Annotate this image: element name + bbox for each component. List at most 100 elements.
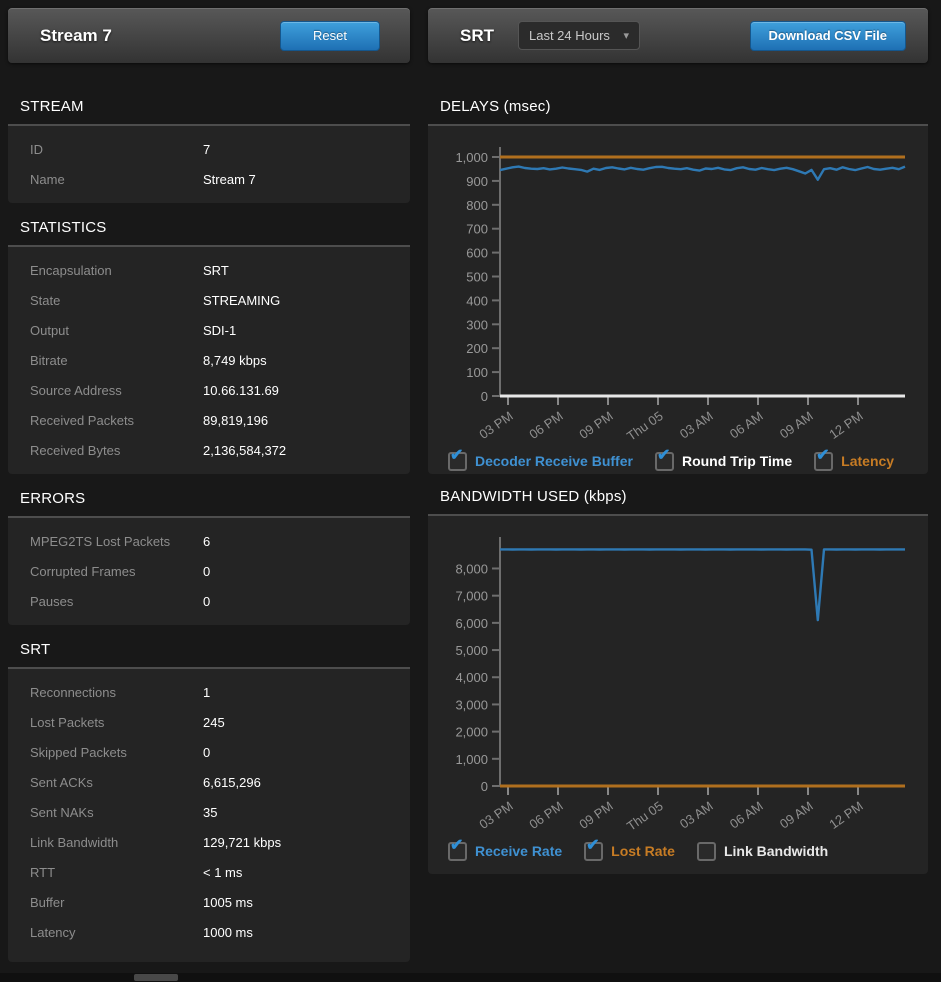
charts-titlebar: SRT Last 24 Hours ▾ Download CSV File <box>428 8 928 63</box>
stat-row-latency: Latency1000 ms <box>8 918 410 948</box>
stream-detail-column: Stream 7 Reset STREAMID7NameStream 7STAT… <box>8 8 410 968</box>
svg-text:12 PM: 12 PM <box>826 408 865 442</box>
time-range-selected-value: Last 24 Hours <box>529 28 610 43</box>
legend-item-round-trip-time[interactable]: ✔Round Trip Time <box>655 452 792 471</box>
stat-label: State <box>30 293 60 308</box>
stat-value: < 1 ms <box>203 858 242 888</box>
svg-text:09 PM: 09 PM <box>576 408 615 442</box>
legend-checkbox-decoder-receive-buffer[interactable]: ✔ <box>448 452 467 471</box>
stat-label: Lost Packets <box>30 715 104 730</box>
svg-text:4,000: 4,000 <box>455 670 488 685</box>
stat-value: 6 <box>203 527 210 557</box>
svg-text:12 PM: 12 PM <box>826 798 865 832</box>
legend-item-receive-rate[interactable]: ✔Receive Rate <box>448 842 562 861</box>
chart-delays-msec: 01002003004005006007008009001,00003 PM06… <box>428 126 928 474</box>
stream-sections: STREAMID7NameStream 7STATISTICSEncapsula… <box>8 88 410 962</box>
svg-text:5,000: 5,000 <box>455 643 488 658</box>
svg-text:700: 700 <box>466 222 488 237</box>
time-range-select[interactable]: Last 24 Hours ▾ <box>518 21 640 50</box>
stat-label: Name <box>30 172 65 187</box>
stat-value: 0 <box>203 557 210 587</box>
svg-text:03 AM: 03 AM <box>677 798 716 831</box>
chart-legend-delays-msec: ✔Decoder Receive Buffer✔Round Trip Time✔… <box>428 448 928 474</box>
stat-row-pauses: Pauses0 <box>8 587 410 617</box>
stat-value: SDI-1 <box>203 316 236 346</box>
svg-text:900: 900 <box>466 174 488 189</box>
horizontal-scrollbar-thumb[interactable] <box>134 974 178 981</box>
stat-row-output: OutputSDI-1 <box>8 316 410 346</box>
legend-item-latency[interactable]: ✔ Latency <box>814 452 894 471</box>
svg-text:500: 500 <box>466 270 488 285</box>
stat-value: 7 <box>203 135 210 165</box>
stat-label: ID <box>30 142 43 157</box>
stat-label: Reconnections <box>30 685 116 700</box>
horizontal-scrollbar-track[interactable] <box>0 973 941 982</box>
stat-row-mpeg2ts-lost-packets: MPEG2TS Lost Packets 6 <box>8 527 410 557</box>
svg-text:8,000: 8,000 <box>455 561 488 576</box>
stat-row-encapsulation: EncapsulationSRT <box>8 256 410 286</box>
svg-text:400: 400 <box>466 293 488 308</box>
stat-value: 8,749 kbps <box>203 346 267 376</box>
legend-item-lost-rate[interactable]: ✔ Lost Rate <box>584 842 675 861</box>
stat-value: STREAMING <box>203 286 280 316</box>
chart-title-bandwidth-used-kbps: BANDWIDTH USED (kbps) <box>428 478 928 516</box>
svg-text:3,000: 3,000 <box>455 697 488 712</box>
stat-row-name: NameStream 7 <box>8 165 410 195</box>
svg-text:100: 100 <box>466 365 488 380</box>
charts-column: SRT Last 24 Hours ▾ Download CSV File DE… <box>428 8 928 878</box>
stat-row-corrupted-frames: Corrupted Frames0 <box>8 557 410 587</box>
stat-value: 10.66.131.69 <box>203 376 279 406</box>
stat-value: 1000 ms <box>203 918 253 948</box>
svg-text:06 AM: 06 AM <box>727 408 766 441</box>
svg-text:1,000: 1,000 <box>455 752 488 767</box>
download-csv-button[interactable]: Download CSV File <box>750 21 906 51</box>
svg-text:03 PM: 03 PM <box>476 408 515 442</box>
chart-legend-bandwidth-used-kbps: ✔Receive Rate✔Lost RateLink Bandwidth <box>428 838 928 864</box>
chart-bandwidth-used-kbps: 01,0002,0003,0004,0005,0006,0007,0008,00… <box>428 516 928 874</box>
legend-checkbox-round-trip-time[interactable]: ✔ <box>655 452 674 471</box>
svg-text:03 AM: 03 AM <box>677 408 716 441</box>
legend-checkbox-link-bandwidth[interactable] <box>697 842 716 861</box>
stat-row-link-bandwidth: Link Bandwidth129,721 kbps <box>8 828 410 858</box>
svg-text:0: 0 <box>481 389 488 404</box>
legend-label-link-bandwidth: Link Bandwidth <box>724 843 828 859</box>
svg-text:2,000: 2,000 <box>455 725 488 740</box>
svg-text:09 PM: 09 PM <box>576 798 615 832</box>
stat-row-reconnections: Reconnections 1 <box>8 678 410 708</box>
stat-label: Received Bytes <box>30 443 120 458</box>
stat-label: Link Bandwidth <box>30 835 118 850</box>
legend-checkbox-latency[interactable]: ✔ <box>814 452 833 471</box>
stat-value: 0 <box>203 738 210 768</box>
checkmark-icon: ✔ <box>816 448 829 464</box>
charts-container: DELAYS (msec)010020030040050060070080090… <box>428 88 928 874</box>
legend-item-link-bandwidth[interactable]: Link Bandwidth <box>697 842 828 861</box>
stat-label: MPEG2TS Lost Packets <box>30 534 170 549</box>
section-body-errors: MPEG2TS Lost Packets6Corrupted Frames0Pa… <box>8 518 410 625</box>
stat-row-received-packets: Received Packets89,819,196 <box>8 406 410 436</box>
checkmark-icon: ✔ <box>657 448 670 464</box>
stat-value: 89,819,196 <box>203 406 268 436</box>
stat-label: Pauses <box>30 594 73 609</box>
stat-value: 6,615,296 <box>203 768 261 798</box>
legend-label-decoder-receive-buffer: Decoder Receive Buffer <box>475 453 633 469</box>
chevron-down-icon: ▾ <box>623 29 629 42</box>
reset-button[interactable]: Reset <box>280 21 380 51</box>
stat-row-rtt: RTT< 1 ms <box>8 858 410 888</box>
legend-item-decoder-receive-buffer[interactable]: ✔ Decoder Receive Buffer <box>448 452 633 471</box>
stat-label: Bitrate <box>30 353 68 368</box>
stat-row-state: State STREAMING <box>8 286 410 316</box>
legend-checkbox-receive-rate[interactable]: ✔ <box>448 842 467 861</box>
svg-text:800: 800 <box>466 198 488 213</box>
stat-value: 245 <box>203 708 225 738</box>
svg-text:Thu 05: Thu 05 <box>624 798 666 834</box>
stat-value: 1 <box>203 678 210 708</box>
stream-title: Stream 7 <box>40 26 112 46</box>
legend-label-lost-rate: Lost Rate <box>611 843 675 859</box>
legend-label-latency: Latency <box>841 453 894 469</box>
stat-row-id: ID 7 <box>8 135 410 165</box>
stat-value: 35 <box>203 798 217 828</box>
legend-checkbox-lost-rate[interactable]: ✔ <box>584 842 603 861</box>
chart-plot-delays-msec: 01002003004005006007008009001,00003 PM06… <box>428 126 928 448</box>
stat-row-bitrate: Bitrate 8,749 kbps <box>8 346 410 376</box>
section-body-srt: Reconnections1Lost Packets245Skipped Pac… <box>8 669 410 962</box>
